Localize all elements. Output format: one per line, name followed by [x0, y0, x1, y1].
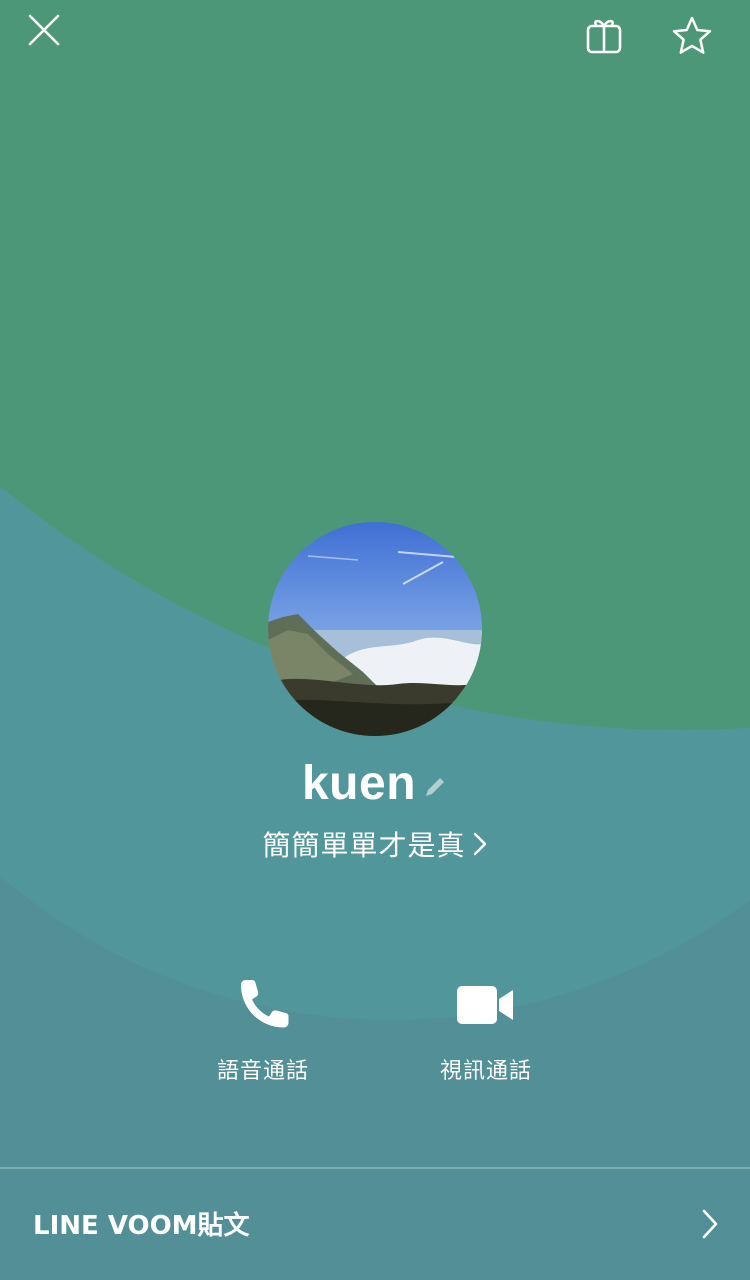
video-call-button[interactable]: 視訊通話 [386, 975, 586, 1095]
name-row: kuen [0, 752, 750, 814]
star-icon [671, 15, 713, 62]
voice-call-label: 語音通話 [216, 1059, 309, 1084]
pencil-icon[interactable] [422, 774, 448, 800]
profile-name: kuen [301, 756, 417, 810]
top-bar [0, 0, 750, 80]
video-camera-icon [455, 982, 517, 1033]
close-button[interactable] [18, 6, 70, 58]
line-voom-label: LINE VOOM貼文 [33, 1211, 250, 1241]
profile-avatar[interactable] [268, 522, 482, 736]
avatar-photo [268, 522, 482, 736]
phone-icon [233, 975, 293, 1040]
close-icon [26, 12, 62, 53]
voice-call-button[interactable]: 語音通話 [163, 975, 363, 1095]
video-call-label: 視訊通話 [439, 1059, 532, 1084]
status-message-row[interactable]: 簡簡單單才是真 [0, 822, 750, 866]
gift-icon [584, 16, 624, 61]
status-message: 簡簡單單才是真 [262, 829, 466, 862]
favorite-button[interactable] [666, 12, 718, 64]
line-voom-posts-row[interactable]: LINE VOOM貼文 [0, 1169, 750, 1280]
chevron-right-icon [700, 1207, 720, 1246]
chevron-right-icon [472, 831, 488, 857]
gift-button[interactable] [578, 12, 630, 64]
